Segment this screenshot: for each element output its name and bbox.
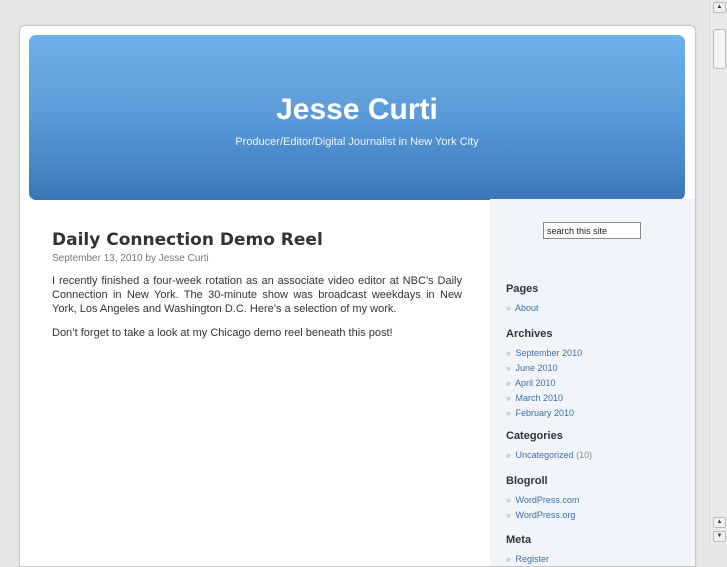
page-link-about[interactable]: About (515, 303, 539, 313)
scroll-thumb[interactable] (713, 29, 726, 69)
list-item: » WordPress.org (506, 508, 686, 523)
archive-link[interactable]: September 2010 (516, 348, 583, 358)
bullet: » (506, 348, 512, 358)
bullet: » (506, 495, 512, 505)
post-paragraph: I recently finished a four-week rotation… (52, 275, 462, 315)
site-title-link[interactable]: Jesse Curti (29, 93, 685, 127)
list-item: » February 2010 (506, 406, 686, 421)
scroll-down-arrow-icon[interactable]: ▼ (713, 531, 726, 542)
list-item: » Register (506, 552, 686, 566)
search-input[interactable] (543, 222, 641, 239)
archive-link[interactable]: March 2010 (516, 393, 564, 403)
list-item: » WordPress.com (506, 493, 686, 508)
widget-meta: Meta » Register (506, 534, 686, 566)
list-item: » Uncategorized (10) (506, 448, 686, 463)
category-link[interactable]: Uncategorized (516, 450, 574, 460)
widget-categories: Categories » Uncategorized (10) (506, 430, 686, 463)
list-item: » April 2010 (506, 376, 686, 391)
page-container: Jesse Curti Producer/Editor/Digital Jour… (19, 25, 696, 567)
bullet: » (506, 554, 512, 564)
widget-heading: Archives (506, 328, 553, 340)
archive-link[interactable]: February 2010 (516, 408, 575, 418)
bullet: » (506, 378, 512, 388)
list-item: » June 2010 (506, 361, 686, 376)
sidebar: Pages » About Archives » September 2010 … (490, 199, 695, 566)
bullet: » (506, 303, 512, 313)
blogroll-link[interactable]: WordPress.com (516, 495, 580, 505)
widget-heading: Categories (506, 430, 563, 442)
widget-blogroll: Blogroll » WordPress.com » WordPress.org (506, 475, 686, 523)
bullet: » (506, 393, 512, 403)
bullet: » (506, 363, 512, 373)
archive-link[interactable]: April 2010 (515, 378, 556, 388)
scroll-up-arrow-icon[interactable]: ▲ (713, 517, 726, 528)
list-item: » About (506, 301, 686, 316)
post-title-link[interactable]: Daily Connection Demo Reel (52, 230, 462, 250)
post-paragraph: Don’t forget to take a look at my Chicag… (52, 327, 393, 339)
list-item: » September 2010 (506, 346, 686, 361)
archive-link[interactable]: June 2010 (516, 363, 558, 373)
widget-pages: Pages » About (506, 283, 686, 316)
post-meta: September 13, 2010 by Jesse Curti (52, 253, 209, 264)
scroll-up-arrow-icon[interactable]: ▲ (713, 2, 726, 13)
widget-heading: Blogroll (506, 475, 548, 487)
bullet: » (506, 408, 512, 418)
site-header: Jesse Curti Producer/Editor/Digital Jour… (29, 35, 685, 200)
widget-heading: Meta (506, 534, 532, 546)
bullet: » (506, 510, 512, 520)
bullet: » (506, 450, 512, 460)
site-description: Producer/Editor/Digital Journalist in Ne… (235, 136, 479, 148)
widget-heading: Pages (506, 283, 539, 295)
list-item: » March 2010 (506, 391, 686, 406)
category-count: (10) (576, 450, 593, 460)
vertical-scrollbar[interactable]: ▲ ▲ ▼ (709, 0, 727, 545)
widget-archives: Archives » September 2010 » June 2010 » … (506, 328, 686, 421)
register-link[interactable]: Register (516, 554, 550, 564)
blogroll-link[interactable]: WordPress.org (516, 510, 576, 520)
post: Daily Connection Demo Reel September 13,… (52, 230, 462, 340)
